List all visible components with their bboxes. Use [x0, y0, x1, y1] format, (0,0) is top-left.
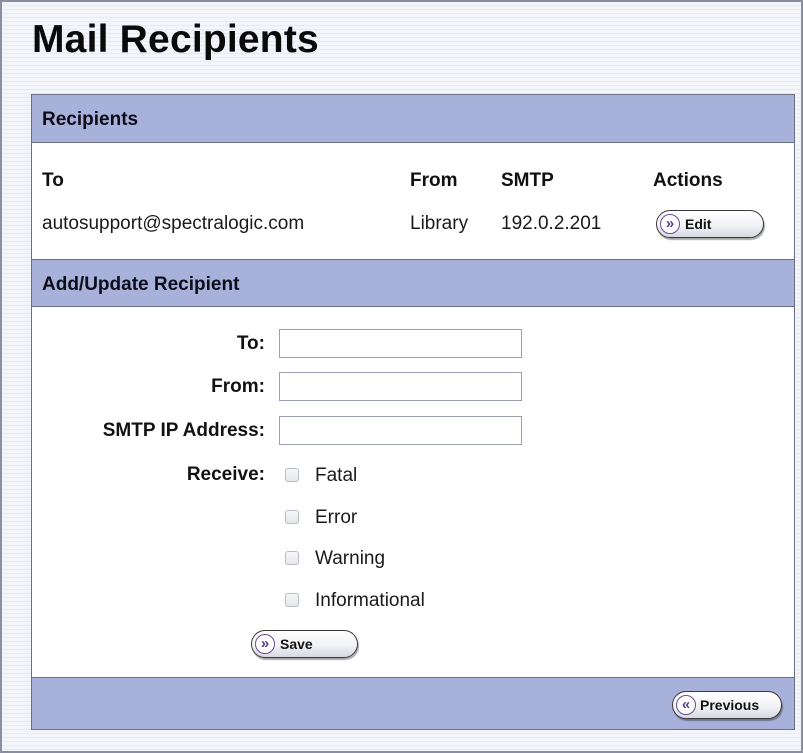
- error-checkbox[interactable]: [285, 510, 299, 524]
- from-input[interactable]: [279, 372, 522, 401]
- warning-checkbox-label: Warning: [315, 548, 386, 569]
- recipient-to-cell: autosupport@spectralogic.com: [42, 213, 305, 234]
- double-chevron-left-icon: «: [676, 695, 696, 715]
- recipients-section-title: Recipients: [42, 109, 139, 130]
- recipients-section-header: Recipients: [32, 95, 794, 143]
- add-update-section-header: Add/Update Recipient: [32, 259, 794, 307]
- smtp-ip-address-input[interactable]: [279, 416, 522, 445]
- column-header-to: To: [42, 170, 64, 191]
- recipient-from-cell: Library: [410, 213, 469, 234]
- to-field-label: To:: [236, 333, 265, 354]
- column-header-from: From: [410, 170, 458, 191]
- save-button[interactable]: » Save: [251, 630, 358, 658]
- double-chevron-right-icon: »: [660, 214, 680, 234]
- mail-recipients-panel: Recipients To From SMTP Actions autosupp…: [31, 94, 795, 730]
- add-update-section-title: Add/Update Recipient: [42, 274, 240, 295]
- double-chevron-right-icon: »: [255, 634, 275, 654]
- informational-checkbox-label: Informational: [315, 590, 425, 611]
- receive-label: Receive:: [186, 464, 265, 485]
- smtp-ip-address-label: SMTP IP Address:: [102, 420, 265, 441]
- fatal-checkbox[interactable]: [285, 468, 299, 482]
- to-input[interactable]: [279, 329, 522, 358]
- column-header-smtp: SMTP: [501, 170, 554, 191]
- from-field-label: From:: [211, 376, 265, 397]
- informational-checkbox[interactable]: [285, 593, 299, 607]
- column-header-actions: Actions: [653, 170, 723, 191]
- recipient-smtp-cell: 192.0.2.201: [501, 213, 602, 234]
- error-checkbox-label: Error: [315, 507, 358, 528]
- footer-bar: « Previous: [32, 677, 794, 729]
- warning-checkbox[interactable]: [285, 551, 299, 565]
- edit-button[interactable]: » Edit: [656, 210, 764, 238]
- page-title: Mail Recipients: [32, 18, 319, 61]
- fatal-checkbox-label: Fatal: [315, 465, 358, 486]
- page-frame: Mail Recipients Recipients To From SMTP …: [0, 0, 803, 753]
- previous-button[interactable]: « Previous: [672, 691, 782, 719]
